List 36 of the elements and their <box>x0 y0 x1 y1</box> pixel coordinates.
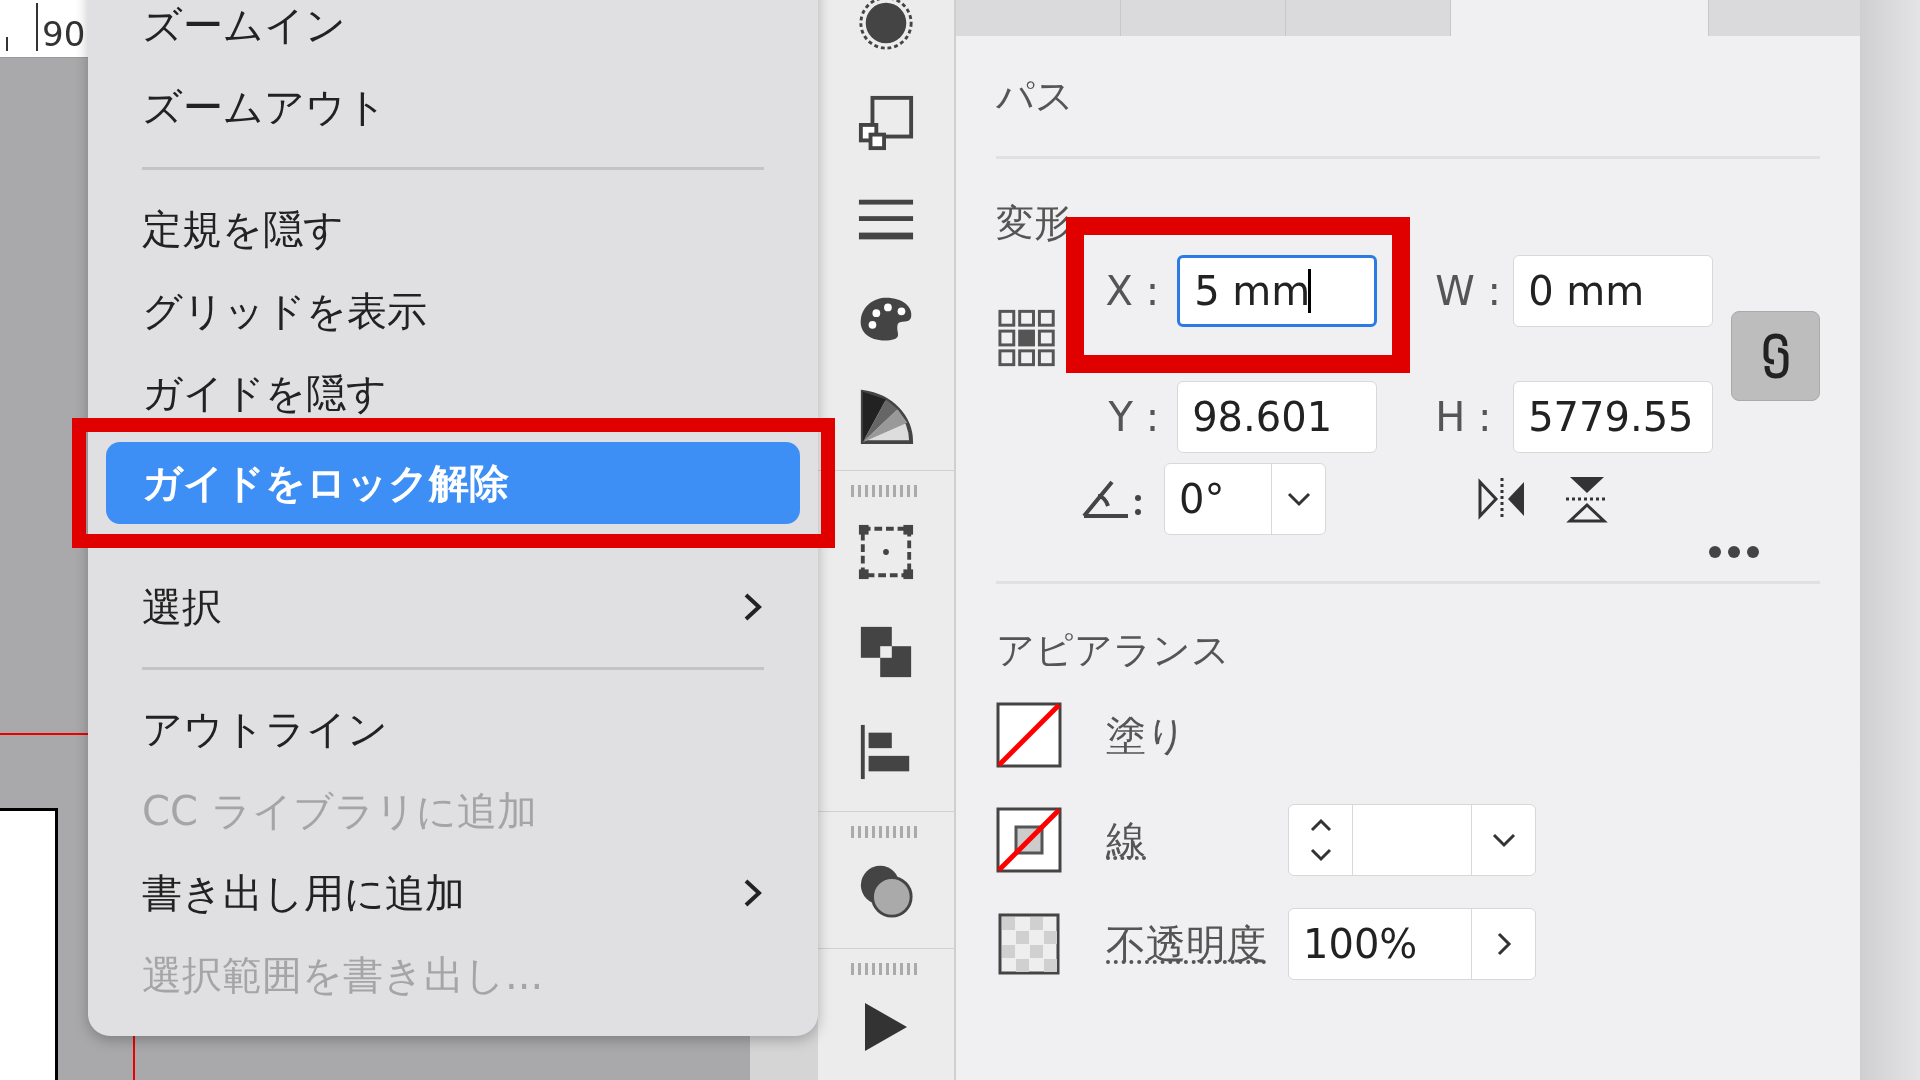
ruler-label: 90 <box>42 17 86 51</box>
opacity-field[interactable]: 100% <box>1288 908 1536 980</box>
section-title: アピアランス <box>996 627 1230 674</box>
more-icon[interactable] <box>1708 545 1760 559</box>
number-field[interactable]: 0 mm <box>1513 255 1714 327</box>
menu-item[interactable]: ズームアウト <box>88 66 818 148</box>
transform-icon[interactable] <box>857 94 915 152</box>
menu-item[interactable]: ガイドを隠す <box>88 352 818 434</box>
menu-item[interactable]: 書き出し用に追加 <box>88 852 818 934</box>
fill-label: 塗り <box>1106 711 1187 760</box>
stroke-swatch-icon[interactable] <box>996 807 1062 873</box>
number-field[interactable]: 5779.55 <box>1513 381 1714 453</box>
stroke-weight-field[interactable] <box>1288 804 1536 876</box>
field-label: W : <box>1435 267 1496 316</box>
menu-item[interactable]: グリッドを表示 <box>88 270 818 352</box>
number-field[interactable]: 98.601 <box>1177 381 1378 453</box>
fill-swatch-icon[interactable] <box>996 702 1062 768</box>
angle-dropdown[interactable]: 0° <box>1164 463 1326 535</box>
chevron-down-icon <box>1285 491 1312 507</box>
chevron-down-icon <box>1490 832 1517 848</box>
checkerboard-icon[interactable] <box>996 911 1062 977</box>
section-title: パス <box>996 73 1074 120</box>
menu-item[interactable]: アウトライン <box>88 688 818 770</box>
menu-item[interactable]: 選択 <box>88 566 818 648</box>
menu-item[interactable]: 定規を隠す <box>88 188 818 270</box>
menu-item[interactable]: ズームイン <box>88 0 818 66</box>
number-field[interactable]: 5 mm <box>1177 255 1378 327</box>
chevron-right-icon <box>1495 931 1512 957</box>
field-label: X : <box>1104 267 1160 316</box>
opacity-label[interactable]: 不透明度 <box>1106 914 1266 974</box>
field-label: Y : <box>1107 393 1160 442</box>
link-button[interactable] <box>1731 311 1820 401</box>
artboard-icon[interactable] <box>857 523 915 581</box>
field-label: H : <box>1435 393 1493 442</box>
stepper-icon <box>1308 816 1333 864</box>
stroke-label[interactable]: 線 <box>1106 810 1266 870</box>
